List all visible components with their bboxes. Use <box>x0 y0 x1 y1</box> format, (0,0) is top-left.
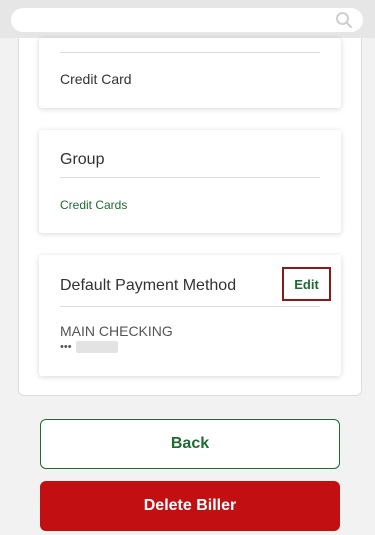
search-icon[interactable] <box>335 11 353 29</box>
delete-biller-button[interactable]: Delete Biller <box>40 481 340 531</box>
divider <box>60 177 320 178</box>
group-card: Group Credit Cards <box>39 130 341 233</box>
divider <box>60 52 320 53</box>
group-heading: Group <box>60 151 105 168</box>
account-number-redacted <box>75 341 118 353</box>
divider <box>60 306 320 307</box>
category-value: Credit Card <box>60 71 132 87</box>
edit-button[interactable]: Edit <box>282 267 331 301</box>
payment-method-heading: Default Payment Method <box>60 277 237 294</box>
category-card: Credit Card <box>39 38 341 108</box>
account-mask-dots: ••• <box>60 341 72 353</box>
account-name: MAIN CHECKING <box>60 323 173 339</box>
account-number: ••• <box>60 341 118 353</box>
payment-method-card: Default Payment Method Edit MAIN CHECKIN… <box>39 255 341 376</box>
search-bar <box>0 0 375 38</box>
group-value: Credit Cards <box>60 198 128 212</box>
search-input[interactable] <box>11 8 363 32</box>
back-button[interactable]: Back <box>40 419 340 469</box>
